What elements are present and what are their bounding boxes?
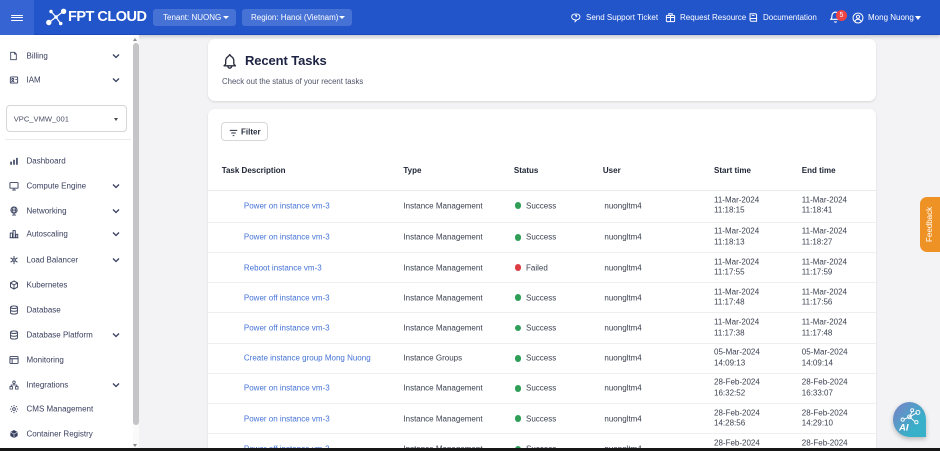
svg-text:AI: AI	[898, 423, 909, 434]
